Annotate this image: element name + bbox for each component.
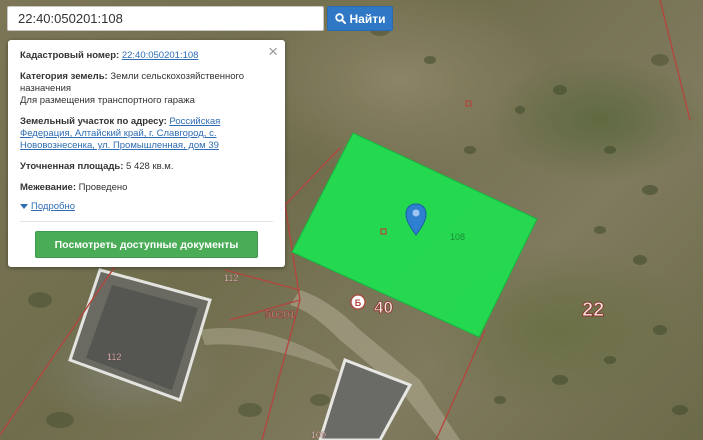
land-purpose-value: Для размещения транспортного гаража: [20, 95, 195, 106]
label-112-a: 112: [224, 273, 238, 283]
survey-label: Межевание:: [20, 182, 76, 193]
close-icon[interactable]: ×: [268, 43, 278, 61]
cadastral-number-row: Кадастровый номер: 22:40:050201:108: [20, 50, 273, 62]
area-value: 5 428 кв.м.: [126, 161, 174, 172]
address-row: Земельный участок по адресу: Российская …: [20, 116, 273, 152]
area-row: Уточненная площадь: 5 428 кв.м.: [20, 161, 273, 173]
road-2: [200, 328, 340, 372]
search-icon: [334, 13, 346, 24]
search-button[interactable]: Найти: [327, 6, 393, 31]
label-109: 109: [311, 430, 326, 440]
cadastral-number-label: Кадастровый номер:: [20, 50, 120, 61]
land-category-row: Категория земель: Земли сельскохозяйстве…: [20, 71, 273, 107]
search-input[interactable]: [7, 6, 324, 31]
label-plot-108: 108: [450, 232, 465, 242]
details-toggle[interactable]: Подробно: [20, 201, 273, 212]
svg-text:Б: Б: [355, 298, 362, 308]
cadastral-number-link[interactable]: 22:40:050201:108: [122, 50, 199, 61]
parcel-number-icon: Б: [350, 294, 366, 310]
parcel-info-popup: × Кадастровый номер: 22:40:050201:108 Ка…: [8, 40, 285, 267]
survey-value: Проведено: [78, 182, 128, 193]
land-category-label: Категория земель:: [20, 71, 108, 82]
area-label: Уточненная площадь:: [20, 161, 124, 172]
divider: [20, 221, 273, 222]
address-label: Земельный участок по адресу:: [20, 116, 167, 127]
label-22: 22: [582, 299, 604, 321]
label-quarter: 50201: [265, 309, 296, 321]
triangle-down-icon: [20, 204, 28, 209]
search-button-label: Найти: [349, 11, 386, 26]
label-112-b: 112: [107, 352, 121, 362]
details-link[interactable]: Подробно: [31, 201, 75, 212]
label-40: 40: [374, 298, 393, 317]
view-documents-button[interactable]: Посмотреть доступные документы: [35, 231, 258, 258]
vertex-mark-2: [465, 100, 472, 107]
survey-row: Межевание: Проведено: [20, 182, 273, 194]
